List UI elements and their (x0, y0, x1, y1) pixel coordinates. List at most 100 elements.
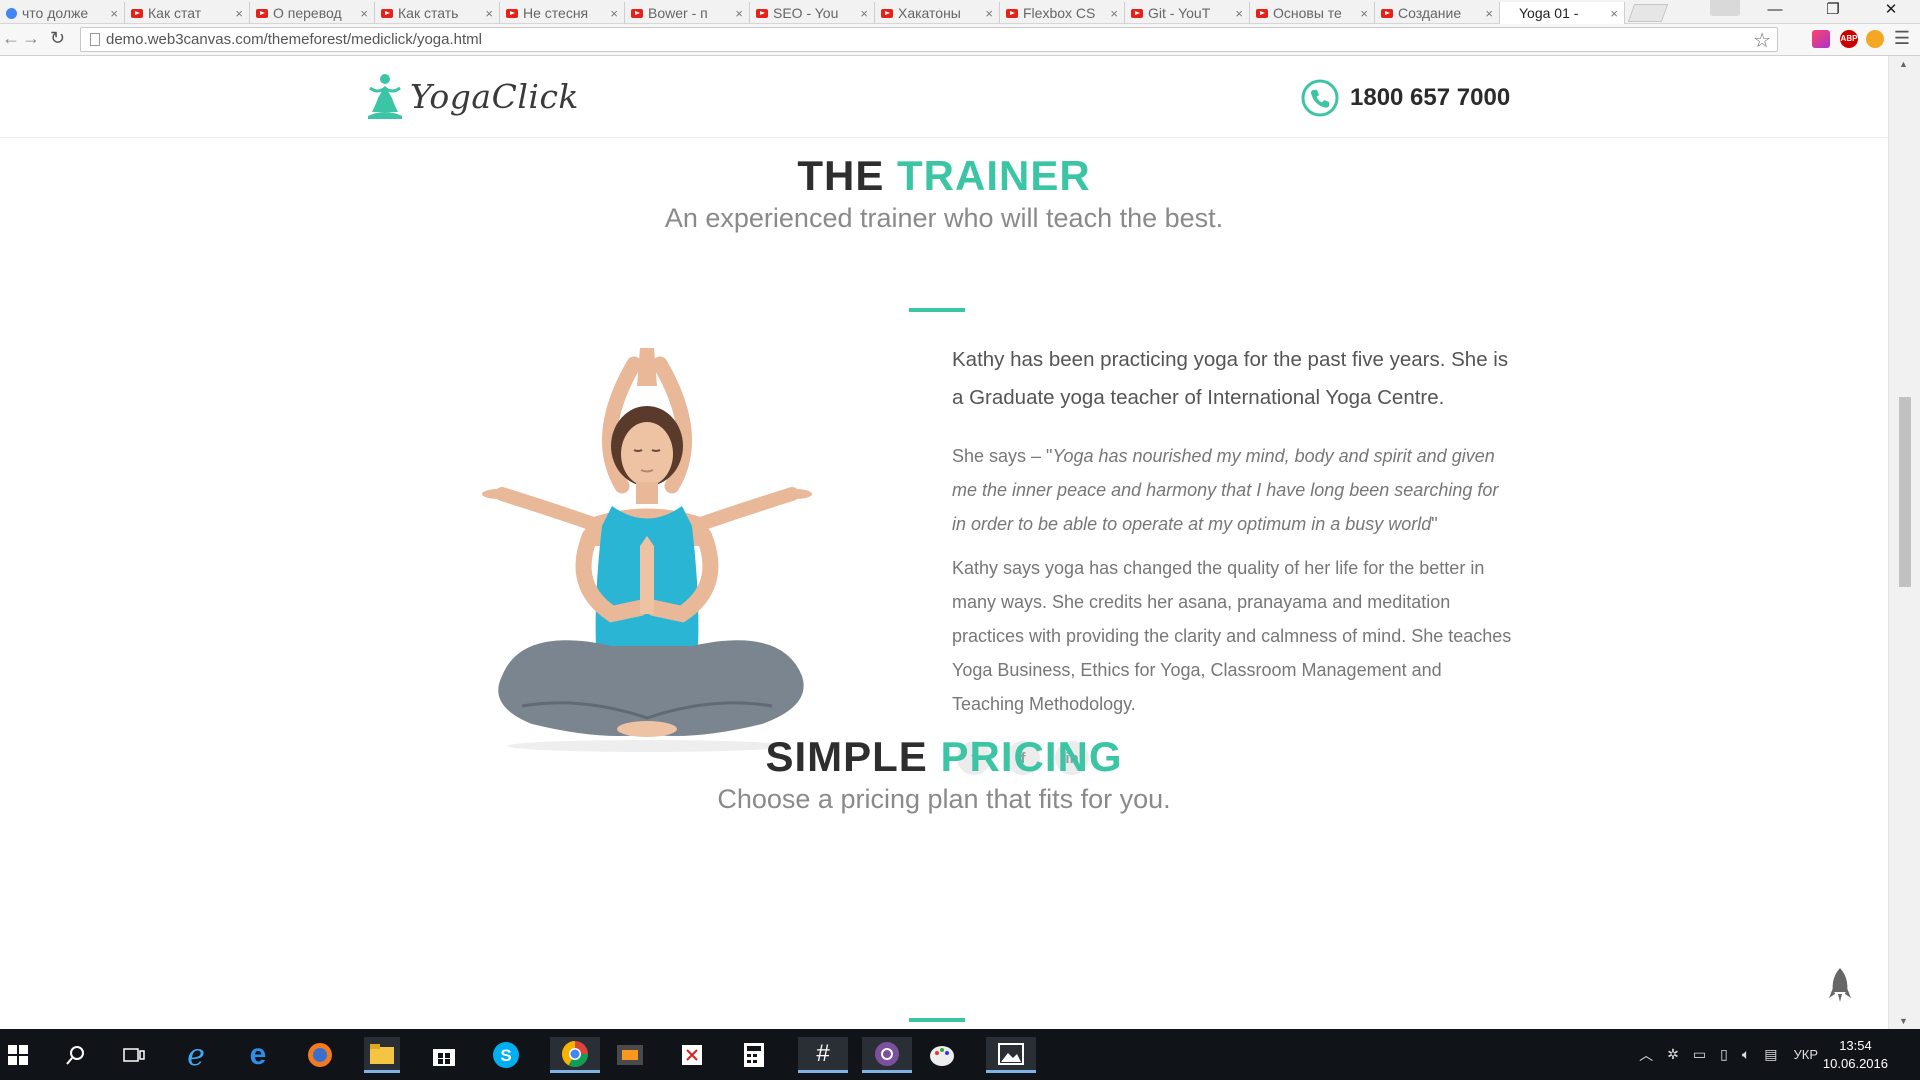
site-logo[interactable]: YogaClick (368, 72, 579, 120)
browser-tab[interactable]: Flexbox CS × (1000, 2, 1125, 24)
youtube-favicon-icon (1006, 8, 1018, 18)
show-hidden-icons-icon[interactable]: ︿ (1639, 1045, 1653, 1065)
yoga-logo-icon (368, 74, 402, 119)
browser-tab[interactable]: Хакатоны × (875, 2, 1000, 24)
extension-icon[interactable] (1812, 30, 1830, 48)
browser-tab[interactable]: О перевод × (250, 2, 375, 24)
task-view-icon[interactable] (116, 1037, 152, 1073)
adblock-icon[interactable]: ABP (1840, 30, 1858, 48)
scroll-top-rocket-icon[interactable] (1829, 968, 1851, 1002)
language-indicator[interactable]: УКР (1793, 1047, 1818, 1062)
tab-close-icon[interactable]: × (485, 6, 493, 21)
url-bar[interactable]: demo.web3canvas.com/themeforest/mediclic… (80, 27, 1778, 52)
page-scrollbar[interactable]: ▲ ▼ (1888, 56, 1920, 1029)
forward-icon[interactable]: → (22, 28, 40, 49)
sublime-text-icon[interactable] (612, 1037, 648, 1073)
browser-tab[interactable]: Bower - п × (625, 2, 750, 24)
youtube-favicon-icon (256, 8, 268, 18)
new-tab-button[interactable] (1627, 4, 1669, 22)
internet-explorer-icon[interactable]: e (178, 1037, 214, 1073)
tab-close-icon[interactable]: × (110, 6, 118, 21)
windows-start-icon[interactable] (0, 1037, 36, 1073)
title-plain: THE (797, 152, 885, 199)
tab-close-icon[interactable]: × (610, 6, 618, 21)
slack-icon[interactable]: # (798, 1037, 848, 1073)
firefox-icon[interactable] (302, 1037, 338, 1073)
quote-prefix: She says – " (952, 446, 1053, 466)
tab-close-icon[interactable]: × (860, 6, 868, 21)
extension-sun-icon[interactable] (1866, 30, 1884, 48)
tab-close-icon[interactable]: × (1610, 6, 1618, 21)
tab-close-icon[interactable]: × (1360, 6, 1368, 21)
network-icon[interactable]: ▯ (1720, 1046, 1728, 1063)
header-phone[interactable]: 1800 657 7000 (1300, 78, 1510, 118)
trainer-subtitle: An experienced trainer who will teach th… (664, 203, 1224, 233)
browser-tab[interactable]: Как стать × (375, 2, 500, 24)
chrome-icon[interactable] (550, 1037, 600, 1073)
browser-tab[interactable]: Основы те × (1250, 2, 1375, 24)
youtube-favicon-icon (1381, 8, 1393, 18)
page-icon (90, 33, 100, 46)
edge-icon[interactable]: e (240, 1037, 276, 1073)
browser-tab[interactable]: Git - YouT × (1125, 2, 1250, 24)
viber-icon[interactable] (862, 1037, 912, 1073)
quote-suffix: " (1431, 514, 1438, 534)
minimize-icon[interactable]: — (1746, 0, 1804, 24)
profile-icon[interactable] (1710, 0, 1740, 16)
network-gear-icon[interactable]: ✲ (1667, 1046, 1679, 1063)
search-icon[interactable] (58, 1037, 94, 1073)
title-divider (909, 308, 965, 312)
maximize-icon[interactable]: ❐ (1804, 0, 1862, 24)
browser-tab[interactable]: SEO - You × (750, 2, 875, 24)
tab-close-icon[interactable]: × (1485, 6, 1493, 21)
paint-icon[interactable] (924, 1037, 960, 1073)
youtube-favicon-icon (1131, 8, 1143, 18)
tab-close-icon[interactable]: × (1235, 6, 1243, 21)
browser-tab[interactable]: Создание × (1375, 2, 1500, 24)
youtube-favicon-icon (506, 8, 518, 18)
photos-icon[interactable] (986, 1037, 1036, 1073)
youtube-favicon-icon (131, 8, 143, 18)
tab-close-icon[interactable]: × (360, 6, 368, 21)
battery-icon[interactable]: ▭ (1693, 1046, 1706, 1063)
scroll-down-icon[interactable]: ▼ (1899, 1016, 1908, 1026)
reload-icon[interactable]: ↻ (50, 28, 65, 49)
phone-number: 1800 657 7000 (1350, 84, 1511, 111)
snipping-tool-icon[interactable] (674, 1037, 710, 1073)
trainer-photo (482, 348, 812, 752)
browser-tab-strip: что долже × Как стат × О перевод × Как стать × Н… (0, 0, 1920, 24)
youtube-favicon-icon (631, 8, 643, 18)
calculator-icon[interactable] (736, 1037, 772, 1073)
tab-close-icon[interactable]: × (985, 6, 993, 21)
title-accent: TRAINER (897, 152, 1091, 199)
taskbar-clock[interactable]: 13:54 10.06.2016 (1823, 1037, 1888, 1073)
chrome-menu-icon[interactable]: ☰ (1894, 28, 1910, 49)
scroll-up-icon[interactable]: ▲ (1899, 59, 1908, 69)
tab-title: Bower - п (648, 5, 708, 21)
scrollbar-thumb[interactable] (1899, 397, 1911, 587)
tab-title: Yoga 01 - (1519, 5, 1579, 21)
action-center-icon[interactable]: ▤ (1764, 1046, 1777, 1063)
browser-tab[interactable]: Не стесня × (500, 2, 625, 24)
browser-tab[interactable]: Как стат × (125, 2, 250, 24)
skype-icon[interactable]: S (488, 1037, 524, 1073)
tab-close-icon[interactable]: × (235, 6, 243, 21)
close-icon[interactable]: ✕ (1862, 0, 1920, 24)
tab-close-icon[interactable]: × (735, 6, 743, 21)
volume-icon[interactable]: 🔈︎ (1742, 1046, 1750, 1063)
phone-icon (1301, 79, 1339, 117)
bookmark-star-icon[interactable]: ☆ (1753, 28, 1771, 53)
tab-title: Не стесня (523, 5, 589, 21)
web-page: YogaClick 1800 657 7000 THE TRAINER An e… (0, 56, 1888, 1029)
youtube-favicon-icon (756, 8, 768, 18)
tab-title: Как стат (148, 5, 202, 21)
browser-tab[interactable]: что долже × (0, 2, 125, 24)
youtube-favicon-icon (881, 8, 893, 18)
browser-tab[interactable]: Yoga 01 - × (1500, 2, 1625, 24)
file-explorer-icon[interactable] (364, 1037, 400, 1073)
youtube-favicon-icon (1256, 8, 1268, 18)
tab-title: SEO - You (773, 5, 839, 21)
tab-close-icon[interactable]: × (1110, 6, 1118, 21)
back-icon[interactable]: ← (2, 28, 20, 49)
store-icon[interactable] (426, 1037, 462, 1073)
